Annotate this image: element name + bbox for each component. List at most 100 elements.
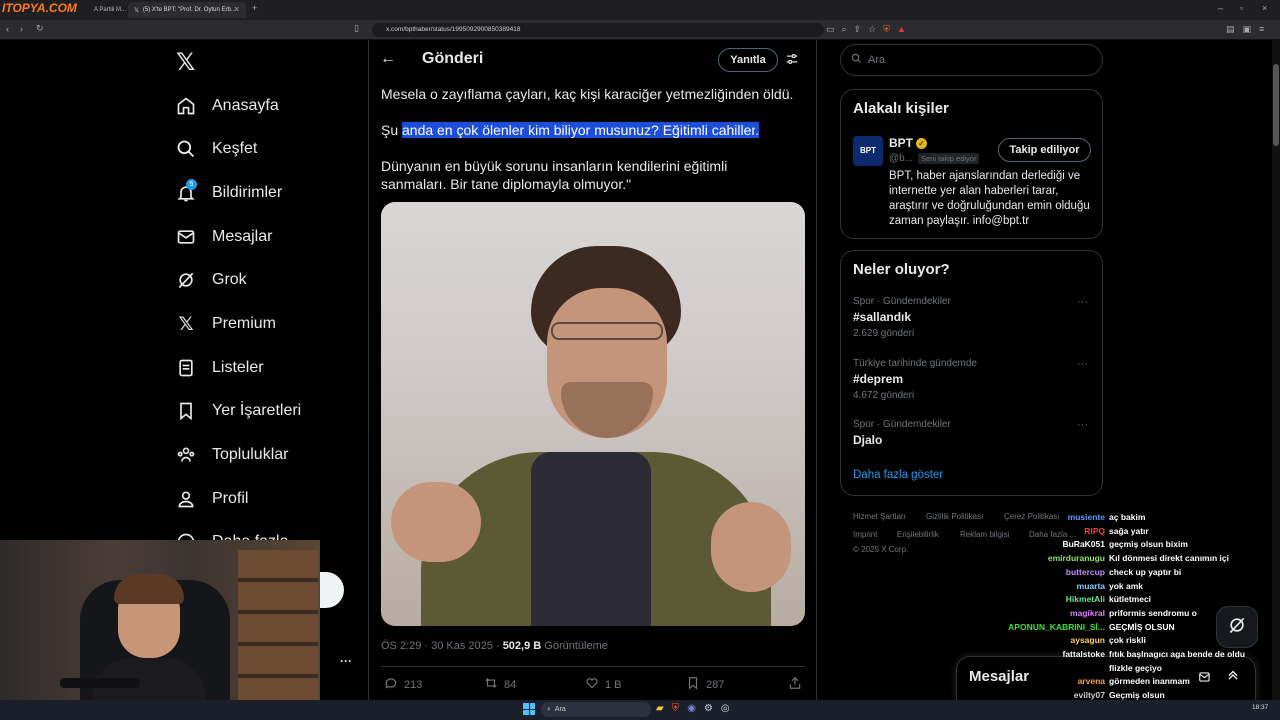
- discord-icon[interactable]: ◉: [687, 703, 696, 714]
- chat-username: evilty07: [1073, 690, 1105, 701]
- back-icon[interactable]: ‹: [6, 24, 9, 34]
- tweet-timestamp[interactable]: ÖS 2:29 · 30 Kas 2025 ·: [381, 640, 503, 652]
- bookmark-count: 287: [706, 678, 725, 691]
- nav-premium[interactable]: 𝕏 Premium: [172, 304, 276, 344]
- chat-text: sağa yatır: [1109, 525, 1149, 536]
- nav-messages[interactable]: Mesajlar: [172, 217, 272, 257]
- nav-profile[interactable]: Profil: [172, 479, 248, 519]
- chat-username: musiente: [1067, 512, 1105, 522]
- account-handle: @b...: [889, 153, 914, 164]
- taskbar-search[interactable]: ⌕ Ara: [541, 702, 651, 717]
- file-explorer-icon[interactable]: ▰: [656, 703, 664, 714]
- bpt-avatar[interactable]: BPT: [853, 136, 883, 166]
- chat-text: aç bakim: [1109, 512, 1146, 522]
- share-icon[interactable]: [788, 676, 802, 695]
- bookmark-action[interactable]: 287: [686, 676, 724, 693]
- reply-button[interactable]: Yanıtla: [718, 48, 778, 72]
- star-icon[interactable]: ☆: [868, 24, 876, 36]
- chat-username: fattalstoke: [1062, 649, 1105, 659]
- close-window-icon[interactable]: ×: [1262, 3, 1267, 13]
- repost-action[interactable]: 84: [484, 676, 516, 693]
- sidebar-icon[interactable]: ▤: [1226, 24, 1235, 35]
- show-more-link[interactable]: Daha fazla göster: [853, 469, 943, 481]
- grok-icon: [172, 266, 200, 294]
- account-name-row[interactable]: BPT ✓: [889, 136, 927, 150]
- zoom-icon[interactable]: ⌕: [842, 24, 847, 36]
- following-button[interactable]: Takip ediliyor: [998, 138, 1091, 162]
- brand-logo: ITOPYA.COM: [2, 1, 77, 15]
- nav-label: Keşfet: [212, 140, 258, 157]
- trend-more-icon[interactable]: ···: [1077, 296, 1088, 308]
- trend-meta: Spor · Gündemdekiler: [853, 296, 951, 307]
- envelope-icon: [172, 223, 200, 251]
- like-count: 1 B: [605, 678, 622, 691]
- trend-count: 4.672 gönderi: [853, 390, 915, 401]
- back-arrow-icon[interactable]: ←: [380, 50, 396, 68]
- chat-message: magikral priformis sendromu o: [880, 608, 1272, 618]
- chat-text: Kıl dönmesi direkt canımın içi: [1109, 553, 1229, 564]
- nav-label: Bildirimler: [212, 184, 283, 201]
- nav-explore[interactable]: Keşfet: [172, 129, 257, 169]
- page-scrollbar[interactable]: [1272, 40, 1280, 700]
- video-right-hand: [711, 502, 791, 592]
- repost-count: 84: [504, 678, 517, 691]
- browser-menu-icons: ▤ ▣ ≡: [1226, 24, 1264, 35]
- browser-tab-active[interactable]: 𝕏 (5) X'te BPT: "Prof. Dr. Oytun Erb...: [128, 2, 246, 18]
- maximize-icon[interactable]: ▫: [1240, 3, 1243, 13]
- account-name: BPT: [889, 136, 913, 150]
- footer-link[interactable]: Imprint: [853, 530, 877, 539]
- address-bar[interactable]: x.com/bpthaber/status/199509290085038941…: [372, 23, 824, 37]
- trend-more-icon[interactable]: ···: [1077, 358, 1088, 370]
- reply-action[interactable]: 213: [384, 676, 422, 693]
- post-button-partial[interactable]: [318, 572, 344, 608]
- follows-you-badge: Seni takip ediyor: [918, 153, 980, 164]
- obs-icon[interactable]: ◎: [721, 703, 730, 714]
- trend-title[interactable]: Djalo: [853, 433, 882, 447]
- webcam-person-hair: [114, 574, 184, 604]
- chat-username: RIPQ: [1084, 525, 1105, 536]
- trend-title[interactable]: #sallandık: [853, 310, 911, 324]
- nav-bookmarks[interactable]: Yer İşaretleri: [172, 391, 301, 431]
- new-tab-icon[interactable]: +: [252, 3, 257, 13]
- video-left-hand: [391, 482, 481, 562]
- brave-shield-icon[interactable]: ⛨: [883, 24, 890, 36]
- like-action[interactable]: 1 B: [585, 676, 622, 693]
- minimize-icon[interactable]: –: [1218, 3, 1223, 13]
- chat-username: magikral: [1070, 607, 1105, 618]
- nav-notifications[interactable]: 5 Bildirimler: [172, 173, 282, 213]
- browser-tab[interactable]: A Partili M...: [88, 2, 128, 18]
- settings-sliders-icon[interactable]: [785, 52, 799, 71]
- tweet-line-2: Şu anda en çok ölenler kim biliyor musun…: [381, 121, 796, 139]
- nav-label: Yer İşaretleri: [212, 402, 302, 419]
- forward-icon[interactable]: ›: [20, 24, 23, 34]
- chat-message: musiente aç bakim: [880, 512, 1272, 522]
- cast-icon[interactable]: ▭: [826, 24, 835, 36]
- share-icon[interactable]: ⇪: [854, 24, 862, 36]
- reload-icon[interactable]: ↻: [36, 23, 44, 34]
- x-logo-icon[interactable]: 𝕏: [176, 48, 195, 77]
- trend-title[interactable]: #deprem: [853, 372, 903, 386]
- nav-label: Listeler: [212, 359, 264, 376]
- search-box[interactable]: Ara: [840, 44, 1103, 76]
- scrollbar-thumb[interactable]: [1273, 64, 1279, 146]
- search-icon: ⌕: [547, 705, 551, 713]
- chat-message: flizkle geçiyo: [880, 663, 1272, 673]
- account-bio: BPT, haber ajanslarından derlediği ve in…: [889, 170, 1090, 227]
- rewards-icon[interactable]: ▲: [897, 24, 906, 36]
- trend-more-icon[interactable]: ···: [1077, 419, 1088, 431]
- wallet-icon[interactable]: ▣: [1243, 24, 1252, 35]
- bell-icon: 5: [172, 179, 200, 207]
- windows-start-icon[interactable]: [523, 703, 535, 715]
- bookmark-page-icon[interactable]: ▯: [354, 23, 359, 34]
- nav-grok[interactable]: Grok: [172, 260, 247, 300]
- tweet-video[interactable]: [381, 202, 805, 626]
- account-more-icon[interactable]: ···: [340, 654, 352, 668]
- nav-home[interactable]: Anasayfa: [172, 86, 279, 126]
- nav-communities[interactable]: Topluluklar: [172, 435, 288, 475]
- nav-lists[interactable]: Listeler: [172, 348, 264, 388]
- close-tab-icon[interactable]: ×: [234, 4, 239, 14]
- menu-icon[interactable]: ≡: [1259, 24, 1264, 35]
- brave-browser-icon[interactable]: ⛨: [672, 703, 680, 714]
- steam-icon[interactable]: ⚙: [704, 703, 713, 714]
- user-icon: [172, 485, 200, 513]
